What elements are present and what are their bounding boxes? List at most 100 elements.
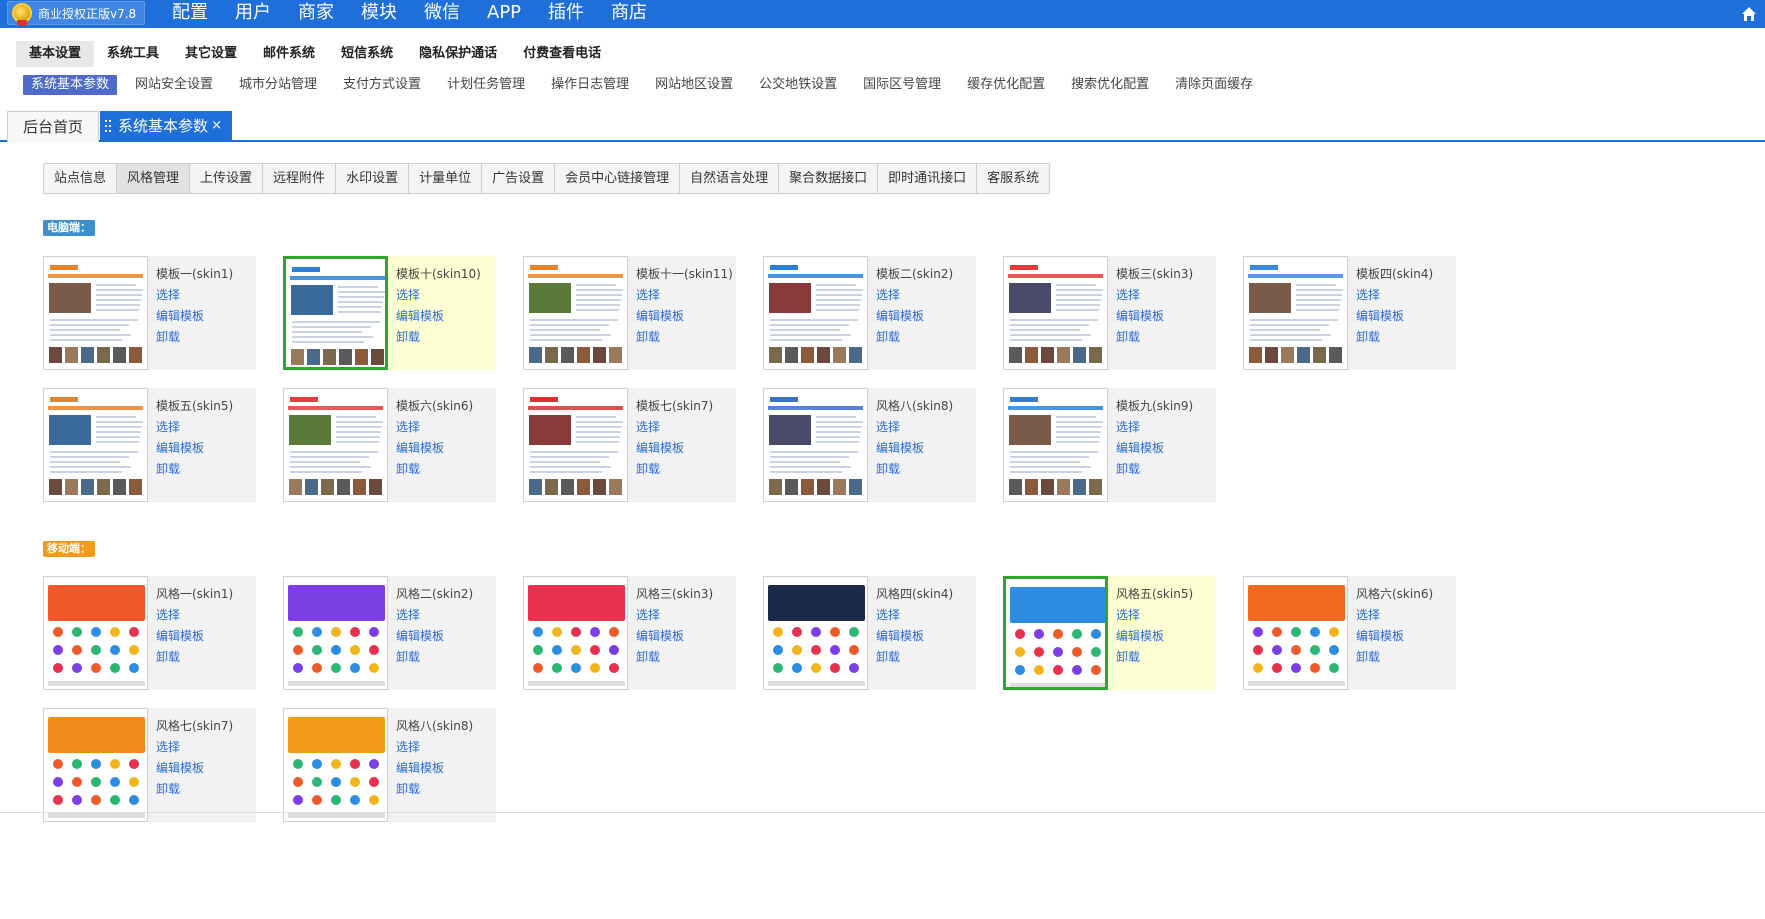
- select-link[interactable]: 选择: [636, 606, 660, 623]
- uninstall-link[interactable]: 卸载: [876, 328, 900, 345]
- subtab-item[interactable]: 即时通讯接口: [878, 164, 978, 193]
- uninstall-link[interactable]: 卸载: [876, 648, 900, 665]
- uninstall-link[interactable]: 卸载: [396, 328, 420, 345]
- submenu-item[interactable]: 系统基本参数: [23, 75, 118, 95]
- submenu-item[interactable]: 缓存优化配置: [959, 75, 1053, 95]
- edit-template-link[interactable]: 编辑模板: [396, 627, 444, 644]
- tab-home[interactable]: 后台首页: [7, 111, 99, 142]
- uninstall-link[interactable]: 卸载: [1356, 328, 1380, 345]
- select-link[interactable]: 选择: [156, 738, 180, 755]
- subtab-item[interactable]: 站点信息: [44, 164, 118, 193]
- uninstall-link[interactable]: 卸载: [396, 460, 420, 477]
- topnav-item-plugins[interactable]: 插件: [548, 0, 584, 28]
- select-link[interactable]: 选择: [636, 418, 660, 435]
- edit-template-link[interactable]: 编辑模板: [876, 627, 924, 644]
- select-link[interactable]: 选择: [396, 606, 420, 623]
- select-link[interactable]: 选择: [396, 738, 420, 755]
- uninstall-link[interactable]: 卸载: [1116, 460, 1140, 477]
- select-link[interactable]: 选择: [1116, 418, 1140, 435]
- select-link[interactable]: 选择: [156, 606, 180, 623]
- template-thumbnail[interactable]: [763, 576, 868, 690]
- edit-template-link[interactable]: 编辑模板: [636, 439, 684, 456]
- submenu-item[interactable]: 网站地区设置: [647, 75, 741, 95]
- uninstall-link[interactable]: 卸载: [636, 328, 660, 345]
- select-link[interactable]: 选择: [876, 418, 900, 435]
- edit-template-link[interactable]: 编辑模板: [1116, 439, 1164, 456]
- select-link[interactable]: 选择: [1356, 286, 1380, 303]
- uninstall-link[interactable]: 卸载: [156, 648, 180, 665]
- menu-item[interactable]: 隐私保护通话: [406, 41, 510, 67]
- submenu-item[interactable]: 城市分站管理: [231, 75, 325, 95]
- edit-template-link[interactable]: 编辑模板: [1116, 307, 1164, 324]
- edit-template-link[interactable]: 编辑模板: [396, 759, 444, 776]
- template-thumbnail[interactable]: [1243, 256, 1348, 370]
- submenu-item[interactable]: 操作日志管理: [543, 75, 637, 95]
- template-thumbnail[interactable]: [1243, 576, 1348, 690]
- uninstall-link[interactable]: 卸载: [1116, 328, 1140, 345]
- topnav-item-users[interactable]: 用户: [235, 0, 271, 28]
- uninstall-link[interactable]: 卸载: [156, 460, 180, 477]
- edit-template-link[interactable]: 编辑模板: [876, 439, 924, 456]
- edit-template-link[interactable]: 编辑模板: [636, 307, 684, 324]
- menu-item[interactable]: 短信系统: [328, 41, 406, 67]
- tab-system-params[interactable]: 系统基本参数 ×: [100, 111, 232, 142]
- menu-item[interactable]: 付费查看电话: [510, 41, 614, 67]
- template-thumbnail[interactable]: [523, 388, 628, 502]
- edit-template-link[interactable]: 编辑模板: [396, 439, 444, 456]
- edit-template-link[interactable]: 编辑模板: [156, 759, 204, 776]
- subtab-item[interactable]: 风格管理: [117, 164, 191, 193]
- select-link[interactable]: 选择: [636, 286, 660, 303]
- uninstall-link[interactable]: 卸载: [636, 648, 660, 665]
- template-thumbnail[interactable]: [763, 388, 868, 502]
- topnav-item-modules[interactable]: 模块: [361, 0, 397, 28]
- edit-template-link[interactable]: 编辑模板: [396, 307, 444, 324]
- template-thumbnail[interactable]: [43, 388, 148, 502]
- home-icon[interactable]: [1741, 6, 1757, 22]
- select-link[interactable]: 选择: [1116, 606, 1140, 623]
- select-link[interactable]: 选择: [876, 286, 900, 303]
- submenu-item[interactable]: 公交地铁设置: [751, 75, 845, 95]
- template-thumbnail[interactable]: [283, 256, 388, 370]
- submenu-item[interactable]: 国际区号管理: [855, 75, 949, 95]
- subtab-item[interactable]: 聚合数据接口: [779, 164, 879, 193]
- select-link[interactable]: 选择: [156, 418, 180, 435]
- submenu-item[interactable]: 清除页面缓存: [1167, 75, 1261, 95]
- uninstall-link[interactable]: 卸载: [396, 780, 420, 797]
- template-thumbnail[interactable]: [283, 388, 388, 502]
- uninstall-link[interactable]: 卸载: [636, 460, 660, 477]
- subtab-item[interactable]: 水印设置: [336, 164, 410, 193]
- edit-template-link[interactable]: 编辑模板: [156, 439, 204, 456]
- close-icon[interactable]: ×: [211, 111, 222, 141]
- subtab-item[interactable]: 上传设置: [190, 164, 264, 193]
- edit-template-link[interactable]: 编辑模板: [1116, 627, 1164, 644]
- uninstall-link[interactable]: 卸载: [156, 328, 180, 345]
- edit-template-link[interactable]: 编辑模板: [156, 307, 204, 324]
- subtab-item[interactable]: 客服系统: [977, 164, 1049, 193]
- select-link[interactable]: 选择: [876, 606, 900, 623]
- subtab-item[interactable]: 计量单位: [409, 164, 483, 193]
- topnav-item-app[interactable]: APP: [487, 0, 521, 28]
- menu-item[interactable]: 系统工具: [94, 41, 172, 67]
- template-thumbnail[interactable]: [1003, 388, 1108, 502]
- topnav-item-store[interactable]: 商店: [611, 0, 647, 28]
- edit-template-link[interactable]: 编辑模板: [1356, 307, 1404, 324]
- submenu-item[interactable]: 计划任务管理: [439, 75, 533, 95]
- template-thumbnail[interactable]: [283, 708, 388, 822]
- topnav-item-merchants[interactable]: 商家: [298, 0, 334, 28]
- uninstall-link[interactable]: 卸载: [1356, 648, 1380, 665]
- topnav-item-wechat[interactable]: 微信: [424, 0, 460, 28]
- uninstall-link[interactable]: 卸载: [396, 648, 420, 665]
- select-link[interactable]: 选择: [156, 286, 180, 303]
- submenu-item[interactable]: 搜索优化配置: [1063, 75, 1157, 95]
- subtab-item[interactable]: 远程附件: [263, 164, 337, 193]
- uninstall-link[interactable]: 卸载: [1116, 648, 1140, 665]
- select-link[interactable]: 选择: [396, 418, 420, 435]
- select-link[interactable]: 选择: [1116, 286, 1140, 303]
- template-thumbnail[interactable]: [43, 576, 148, 690]
- submenu-item[interactable]: 支付方式设置: [335, 75, 429, 95]
- edit-template-link[interactable]: 编辑模板: [876, 307, 924, 324]
- template-thumbnail[interactable]: [43, 256, 148, 370]
- uninstall-link[interactable]: 卸载: [876, 460, 900, 477]
- menu-item[interactable]: 其它设置: [172, 41, 250, 67]
- menu-item[interactable]: 邮件系统: [250, 41, 328, 67]
